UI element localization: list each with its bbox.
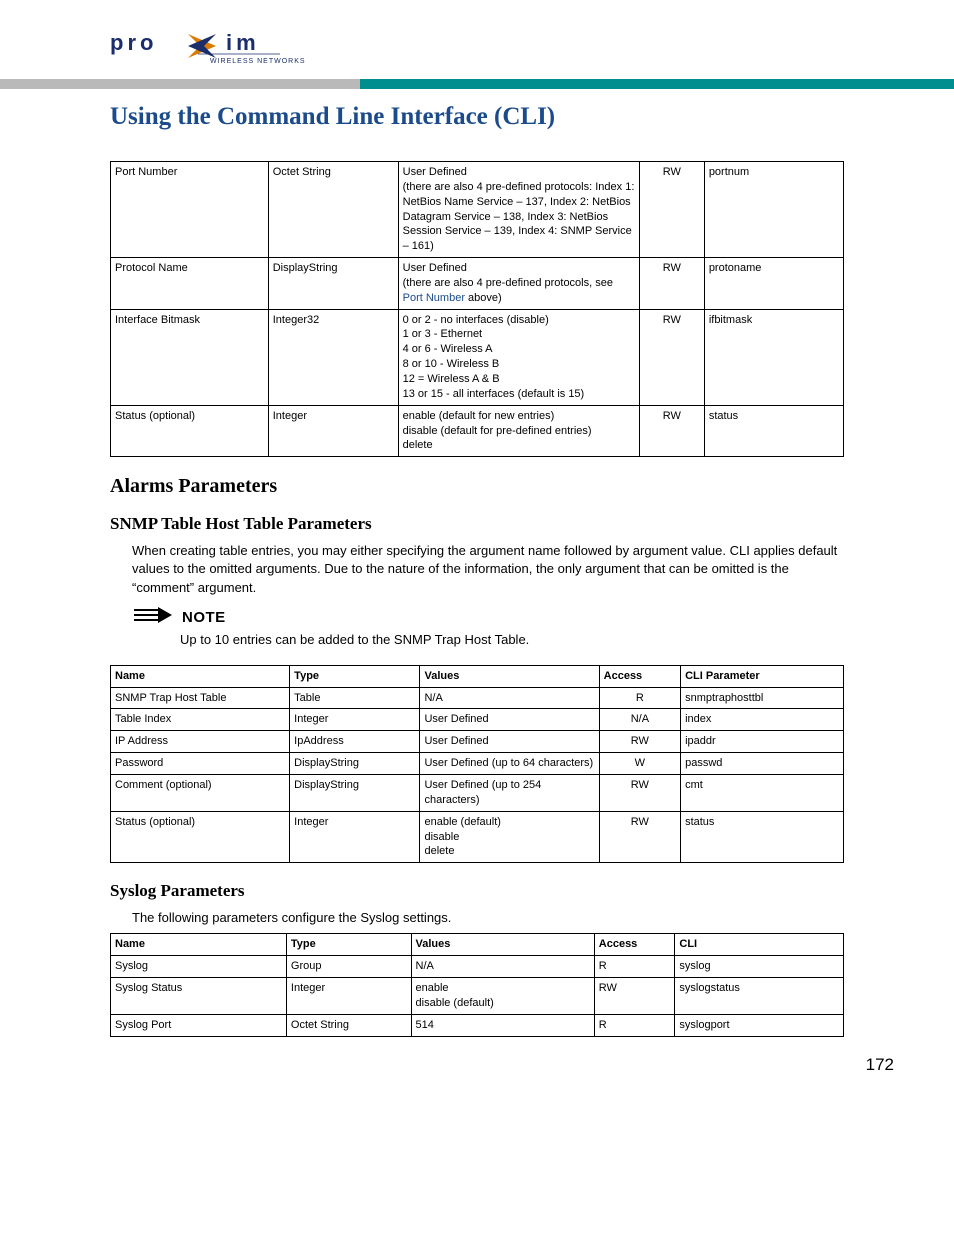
table-row: Syslog StatusIntegerenable disable (defa… xyxy=(111,978,844,1015)
section-snmp-heading: SNMP Table Host Table Parameters xyxy=(110,514,844,534)
table-row: Interface Bitmask Integer32 0 or 2 - no … xyxy=(111,309,844,405)
table-row: Port Number Octet String User Defined (t… xyxy=(111,162,844,258)
snmp-intro-text: When creating table entries, you may eit… xyxy=(132,542,844,597)
note-arrow-icon xyxy=(132,607,172,628)
table-row: Status (optional) Integer enable (defaul… xyxy=(111,405,844,457)
params-table-1: Port Number Octet String User Defined (t… xyxy=(110,161,844,457)
note-text: Up to 10 entries can be added to the SNM… xyxy=(180,632,844,647)
section-alarms-heading: Alarms Parameters xyxy=(110,475,844,498)
header-divider xyxy=(0,79,954,89)
syslog-intro-text: The following parameters configure the S… xyxy=(132,909,844,927)
page-number: 172 xyxy=(866,1055,894,1075)
table-row: Syslog PortOctet String514Rsyslogport xyxy=(111,1014,844,1036)
table-row: SNMP Trap Host TableTableN/ARsnmptraphos… xyxy=(111,687,844,709)
section-syslog-heading: Syslog Parameters xyxy=(110,881,844,901)
brand-tagline: WIRELESS NETWORKS xyxy=(210,58,306,65)
params-table-3: Name Type Values Access CLI SyslogGroupN… xyxy=(110,933,844,1036)
table-header-row: Name Type Values Access CLI Parameter xyxy=(111,665,844,687)
svg-text:im: im xyxy=(226,30,260,55)
table-row: Protocol Name DisplayString User Defined… xyxy=(111,258,844,310)
svg-text:pro: pro xyxy=(110,30,157,55)
table-row: Table IndexIntegerUser DefinedN/Aindex xyxy=(111,709,844,731)
port-number-link[interactable]: Port Number xyxy=(403,292,465,304)
table-row: IP AddressIpAddressUser DefinedRWipaddr xyxy=(111,731,844,753)
table-row: SyslogGroupN/ARsyslog xyxy=(111,956,844,978)
note-label: NOTE xyxy=(182,609,226,626)
page-title: Using the Command Line Interface (CLI) xyxy=(110,103,954,131)
table-row: PasswordDisplayStringUser Defined (up to… xyxy=(111,753,844,775)
brand-logo: pro im WIRELESS NETWORKS xyxy=(110,30,954,71)
table-header-row: Name Type Values Access CLI xyxy=(111,934,844,956)
params-table-2: Name Type Values Access CLI Parameter SN… xyxy=(110,665,844,863)
table-row: Status (optional)Integerenable (default)… xyxy=(111,811,844,863)
table-row: Comment (optional)DisplayStringUser Defi… xyxy=(111,774,844,811)
